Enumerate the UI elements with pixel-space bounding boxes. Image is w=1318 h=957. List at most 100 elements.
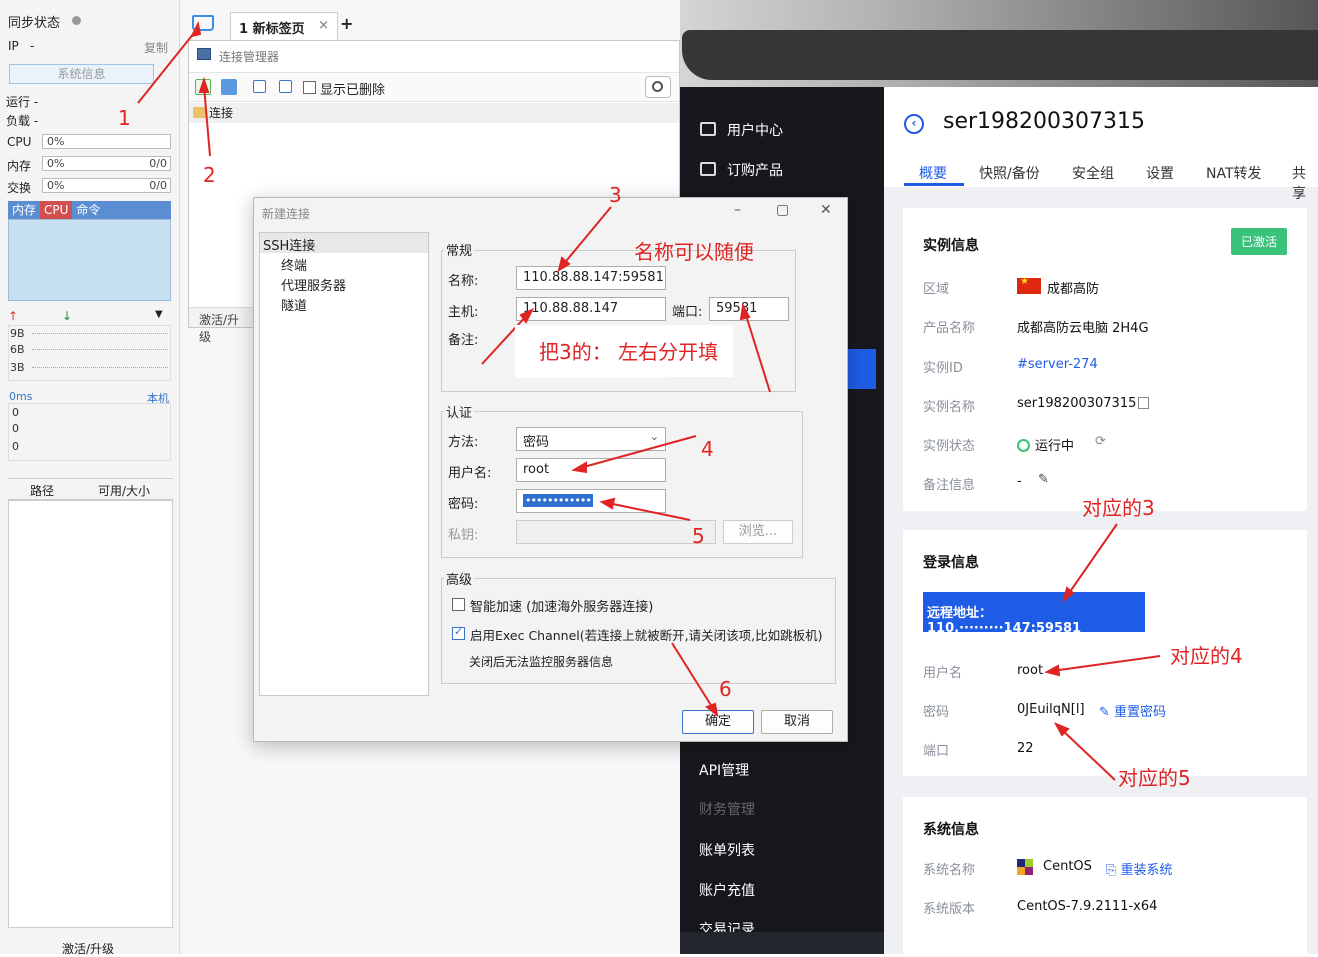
tab-nat[interactable]: NAT转发 bbox=[1206, 163, 1262, 183]
swap-value: 0% bbox=[47, 179, 65, 192]
reinstall-label: 重装系统 bbox=[1120, 863, 1173, 878]
latency-chart bbox=[8, 403, 171, 461]
exec-channel-checkbox[interactable] bbox=[452, 625, 465, 640]
tab-close-icon[interactable]: × bbox=[318, 18, 329, 33]
tree-item-proxy[interactable]: 代理服务器 bbox=[281, 275, 346, 294]
nav-api-management[interactable]: API管理 bbox=[699, 760, 749, 780]
login-info-heading: 登录信息 bbox=[923, 555, 979, 571]
tab-cpu[interactable]: CPU bbox=[40, 201, 73, 219]
tab-snapshot[interactable]: 快照/备份 bbox=[979, 163, 1040, 183]
annotation-split-hint: 把3的： 左右分开填 bbox=[539, 340, 719, 364]
password-field[interactable]: •••••••••••• bbox=[516, 489, 666, 513]
annotation-4: 4 bbox=[701, 437, 714, 461]
swap-meter: 0% 0/0 bbox=[42, 178, 171, 193]
smart-accel-checkbox[interactable] bbox=[452, 598, 465, 611]
search-button[interactable] bbox=[645, 76, 671, 98]
nav-user-center[interactable]: 用户中心 bbox=[727, 120, 783, 140]
annotation-map3: 对应的3 bbox=[1082, 496, 1155, 520]
col-available[interactable]: 可用/大小 bbox=[98, 482, 150, 499]
instance-id-link[interactable]: #server-274 bbox=[1017, 357, 1098, 372]
reset-password-link[interactable]: ✎ 重置密码 bbox=[1099, 701, 1166, 720]
name-field[interactable]: 110.88.88.147:59581 bbox=[516, 266, 666, 290]
open-folder-icon[interactable] bbox=[192, 15, 214, 31]
note-value: - bbox=[1017, 474, 1022, 489]
chevron-down-icon: ⌄ bbox=[649, 430, 659, 443]
connection-tree-root[interactable]: 连接 bbox=[189, 103, 679, 123]
col-path[interactable]: 路径 bbox=[30, 482, 54, 499]
instance-state-label: 实例状态 bbox=[923, 439, 976, 454]
page-title: ser198200307315 bbox=[943, 109, 1146, 134]
edit-note-icon[interactable]: ✎ bbox=[1038, 472, 1049, 487]
method-select[interactable]: 密码 ⌄ bbox=[516, 427, 666, 451]
os-version-value: CentOS-7.9.2111-x64 bbox=[1017, 899, 1158, 914]
tab-settings[interactable]: 设置 bbox=[1146, 163, 1174, 183]
status-badge: 已激活 bbox=[1230, 228, 1287, 255]
private-key-label: 私钥: bbox=[448, 528, 479, 543]
show-deleted-checkbox[interactable] bbox=[303, 81, 316, 94]
reinstall-link[interactable]: ⎘ 重装系统 bbox=[1106, 859, 1173, 878]
sync-status-dot-icon bbox=[72, 16, 81, 25]
blurred-band bbox=[682, 30, 1318, 80]
network-dropdown-icon[interactable]: ▼ bbox=[155, 309, 163, 320]
activate-upgrade-link[interactable]: 激活/升级 bbox=[62, 940, 114, 957]
new-folder-icon[interactable] bbox=[221, 79, 237, 95]
back-icon[interactable]: ‹ bbox=[904, 114, 924, 134]
expand-all-icon[interactable] bbox=[279, 80, 292, 93]
active-nav-indicator bbox=[848, 349, 876, 389]
new-connection-icon[interactable] bbox=[195, 79, 211, 95]
os-name-value: CentOS bbox=[1043, 859, 1092, 874]
close-icon[interactable]: ✕ bbox=[820, 202, 832, 218]
login-port-value: 22 bbox=[1017, 741, 1034, 756]
ip-label: IP bbox=[8, 39, 19, 53]
product-label: 产品名称 bbox=[923, 321, 976, 336]
username-field[interactable]: root bbox=[516, 458, 666, 482]
nav-recharge[interactable]: 账户充值 bbox=[699, 880, 755, 900]
tab-command[interactable]: 命令 bbox=[72, 201, 104, 219]
china-flag-icon bbox=[1017, 276, 1041, 294]
tab-new[interactable]: 1 新标签页 × bbox=[230, 12, 338, 40]
tree-item-terminal[interactable]: 终端 bbox=[281, 255, 307, 274]
mem-ratio: 0/0 bbox=[149, 157, 167, 170]
tab-memory[interactable]: 内存 bbox=[8, 201, 40, 219]
minimize-icon[interactable]: – bbox=[734, 202, 741, 218]
cancel-button[interactable]: 取消 bbox=[761, 710, 833, 734]
ok-button[interactable]: 确定 bbox=[682, 710, 754, 734]
swap-label: 交换 bbox=[7, 181, 32, 195]
activate-upgrade-link[interactable]: 激活/升级 bbox=[189, 307, 255, 344]
product-value: 成都高防云电脑 2H4G bbox=[1017, 321, 1149, 336]
reset-password-label: 重置密码 bbox=[1114, 705, 1167, 720]
tab-new-label: 1 新标签页 bbox=[239, 22, 305, 37]
nav-order-products[interactable]: 订购产品 bbox=[727, 160, 783, 180]
collapse-all-icon[interactable] bbox=[253, 80, 266, 93]
annotation-2: 2 bbox=[203, 163, 216, 187]
copy-icon[interactable] bbox=[1138, 397, 1149, 409]
connection-toolbar: 显示已删除 bbox=[189, 72, 679, 102]
tree-item-ssh[interactable]: SSH连接 bbox=[260, 233, 428, 254]
os-name-label: 系统名称 bbox=[923, 863, 976, 878]
tab-overview[interactable]: 概要 bbox=[919, 163, 947, 183]
remote-address-value: 110.·········147:59581 bbox=[927, 621, 1082, 636]
advanced-group-label: 高级 bbox=[444, 569, 475, 588]
instance-info-card: 实例信息 已激活 区域 成都高防 产品名称 成都高防云电脑 2H4G 实例ID … bbox=[903, 208, 1307, 511]
add-tab-icon[interactable]: + bbox=[340, 14, 353, 33]
password-label: 密码: bbox=[448, 497, 479, 512]
tab-security-group[interactable]: 安全组 bbox=[1072, 163, 1114, 183]
tree-item-tunnel[interactable]: 隧道 bbox=[281, 295, 307, 314]
copy-ip-button[interactable]: 复制 bbox=[144, 39, 168, 56]
host-field[interactable]: 110.88.88.147 bbox=[516, 297, 666, 321]
refresh-icon[interactable]: ⟳ bbox=[1095, 434, 1106, 449]
sync-status-label: 同步状态 bbox=[8, 16, 61, 31]
server-monitor-sidebar: 同步状态 IP - 复制 系统信息 运行 - 负载 - CPU 0% 内存 0%… bbox=[0, 0, 180, 957]
port-field[interactable]: 59581 bbox=[709, 297, 789, 321]
tab-bar: 1 新标签页 × + bbox=[180, 8, 680, 40]
network-chart bbox=[8, 325, 171, 381]
nav-bills[interactable]: 账单列表 bbox=[699, 840, 755, 860]
remote-address-box[interactable]: 远程地址：110.·········147:59581 bbox=[923, 592, 1145, 636]
method-select-value: 密码 bbox=[523, 435, 550, 450]
maximize-icon[interactable]: ▢ bbox=[776, 202, 789, 218]
annotation-5: 5 bbox=[692, 524, 705, 548]
ip-value: - bbox=[30, 39, 35, 53]
system-info-button[interactable]: 系统信息 bbox=[9, 64, 154, 84]
annotation-3: 3 bbox=[609, 183, 622, 207]
tab-share[interactable]: 共享 bbox=[1292, 163, 1318, 203]
